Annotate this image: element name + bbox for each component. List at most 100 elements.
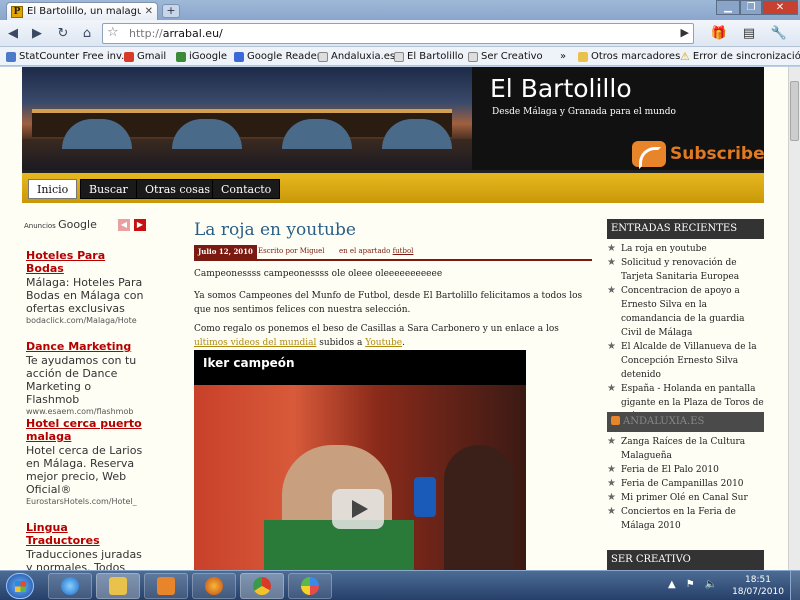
site-favicon-icon: P xyxy=(11,5,23,18)
nav-buscar[interactable]: Buscar xyxy=(80,179,137,199)
paint-icon xyxy=(301,577,319,595)
play-icon[interactable] xyxy=(332,489,384,529)
scrollbar-thumb[interactable] xyxy=(790,81,799,141)
reload-button[interactable]: ↻ xyxy=(54,25,72,43)
extension-gift-icon[interactable]: 🎁 xyxy=(710,25,728,43)
recent-posts-heading: ENTRADAS RECIENTES xyxy=(607,219,764,239)
list-item[interactable]: Concentracion de apoyo a Ernesto Silva e… xyxy=(607,284,765,340)
volume-icon[interactable]: 🔈 xyxy=(705,579,717,590)
folder-icon xyxy=(578,51,588,62)
post-paragraph: Campeonessss campeonessss ole oleee olee… xyxy=(194,269,443,279)
bookmark-star-icon[interactable]: ☆ xyxy=(107,25,119,40)
minimize-button[interactable]: ▁ xyxy=(716,0,740,15)
header-bridge-photo xyxy=(22,67,472,170)
taskbar-explorer[interactable] xyxy=(96,573,140,599)
maximize-button[interactable]: ❐ xyxy=(740,0,762,15)
other-bookmarks-folder[interactable]: Otros marcadores xyxy=(578,49,680,64)
page-scrollbar[interactable] xyxy=(788,67,800,570)
ad-prev-icon[interactable]: ◀ xyxy=(118,219,130,231)
nav-inicio[interactable]: Inicio xyxy=(28,179,78,199)
bookmark-andaluxia[interactable]: Andaluxia.es xyxy=(318,49,395,64)
media-player-icon xyxy=(157,577,175,595)
system-tray: ▲ ⚑ 🔈 xyxy=(668,579,717,590)
browser-tab[interactable]: P El Bartolillo, un malague... ✕ xyxy=(6,2,158,20)
list-item[interactable]: La roja en youtube xyxy=(607,242,765,256)
url-text: http://arrabal.eu/ xyxy=(129,27,223,40)
bookmarks-overflow-icon[interactable]: » xyxy=(560,49,566,64)
taskbar-ie[interactable] xyxy=(48,573,92,599)
main-nav: Inicio Buscar Otras cosas Contacto xyxy=(22,170,764,203)
list-item[interactable]: Feria de El Palo 2010 xyxy=(607,463,765,477)
show-desktop-button[interactable] xyxy=(790,571,800,600)
post-paragraph: Ya somos Campeones del Munfo de Futbol, … xyxy=(194,291,583,315)
subscribe-link[interactable]: Subscribe xyxy=(632,141,765,169)
sync-error-indicator[interactable]: ⚠ Error de sincronización xyxy=(680,49,800,64)
post-title[interactable]: La roja en youtube xyxy=(194,220,356,240)
mundial-videos-link[interactable]: ultimos videos del mundial xyxy=(194,338,316,348)
post-date: Julio 12, 2010 xyxy=(194,245,257,259)
show-hidden-icons-icon[interactable]: ▲ xyxy=(668,579,676,590)
video-title[interactable]: Iker campeón xyxy=(203,356,295,370)
taskbar-paint[interactable] xyxy=(288,573,332,599)
ad-next-icon[interactable]: ▶ xyxy=(134,219,146,231)
andaluxia-heading: ANDALUXIA.ES xyxy=(607,412,764,432)
post-author: Escrito por Miguel xyxy=(258,247,325,255)
site-header: El Bartolillo Desde Málaga y Granada par… xyxy=(22,67,765,170)
chrome-icon xyxy=(253,577,271,595)
site-description: Desde Málaga y Granada para el mundo xyxy=(492,107,676,117)
bookmark-igoogle[interactable]: iGoogle xyxy=(176,49,227,64)
page-menu-icon[interactable]: ▤ xyxy=(740,25,758,43)
youtube-link[interactable]: Youtube xyxy=(365,338,402,348)
close-window-button[interactable]: ✕ xyxy=(762,0,798,15)
list-item[interactable]: Feria de Campanillas 2010 xyxy=(607,477,765,491)
ad-item[interactable]: Dance Marketing Te ayudamos con tu acció… xyxy=(26,340,144,416)
list-item[interactable]: Solicitud y renovación de Tarjeta Sanita… xyxy=(607,256,765,284)
address-bar[interactable]: ☆ http://arrabal.eu/ ▶ xyxy=(102,23,694,44)
page-icon xyxy=(318,51,328,62)
bookmark-google-reader[interactable]: Google Reader xyxy=(234,49,321,64)
go-icon[interactable]: ▶ xyxy=(681,26,689,39)
ad-item[interactable]: Hotel cerca puerto malaga Hotel cerca de… xyxy=(26,417,144,506)
list-item[interactable]: Conciertos en la Feria de Málaga 2010 xyxy=(607,505,765,533)
ad-item[interactable]: Lingua Traductores Traducciones juradas … xyxy=(26,521,144,570)
web-page: El Bartolillo Desde Málaga y Granada par… xyxy=(0,67,788,570)
taskbar-firefox[interactable] xyxy=(192,573,236,599)
list-item[interactable]: Mi primer Olé en Canal Sur xyxy=(607,491,765,505)
ad-item[interactable]: Hoteles Para Bodas Málaga: Hoteles Para … xyxy=(26,249,144,325)
bookmark-statcounter[interactable]: StatCounter Free inv... xyxy=(6,49,131,64)
close-tab-icon[interactable]: ✕ xyxy=(145,6,153,17)
statcounter-icon xyxy=(6,51,16,62)
category-link[interactable]: futbol xyxy=(393,247,414,255)
site-title[interactable]: El Bartolillo xyxy=(490,74,632,103)
bookmark-gmail[interactable]: Gmail xyxy=(124,49,166,64)
back-button[interactable]: ◀ xyxy=(4,25,22,43)
nav-otras-cosas[interactable]: Otras cosas xyxy=(136,179,220,199)
post-category: en el apartado futbol xyxy=(339,247,414,255)
embedded-video[interactable]: Iker campeón xyxy=(194,350,526,570)
bookmark-el-bartolillo[interactable]: El Bartolillo xyxy=(394,49,464,64)
start-button[interactable] xyxy=(6,573,34,599)
firefox-icon xyxy=(205,577,223,595)
home-button[interactable]: ⌂ xyxy=(78,25,96,43)
taskbar-media-player[interactable] xyxy=(144,573,188,599)
taskbar-chrome[interactable] xyxy=(240,573,284,599)
browser-toolbar: ◀ ▶ ↻ ⌂ ☆ http://arrabal.eu/ ▶ 🎁 ▤ 🔧 xyxy=(0,20,800,47)
bookmark-ser-creativo[interactable]: Ser Creativo xyxy=(468,49,543,64)
new-tab-button[interactable]: + xyxy=(162,4,180,18)
system-clock[interactable]: 18:51 18/07/2010 xyxy=(730,574,786,598)
page-icon xyxy=(394,51,404,62)
wrench-menu-icon[interactable]: 🔧 xyxy=(770,25,788,43)
tab-strip: P El Bartolillo, un malague... ✕ + ▁ ❐ ✕ xyxy=(0,0,800,20)
list-item[interactable]: El Alcalde de Villanueva de la Concepció… xyxy=(607,340,765,382)
warning-icon: ⚠ xyxy=(680,50,690,63)
gmail-icon xyxy=(124,51,134,62)
windows-taskbar: ▲ ⚑ 🔈 18:51 18/07/2010 xyxy=(0,570,800,600)
internet-explorer-icon xyxy=(61,577,79,595)
ad-pager: ◀ ▶ xyxy=(118,219,146,231)
action-center-flag-icon[interactable]: ⚑ xyxy=(686,579,695,590)
folder-icon xyxy=(109,577,127,595)
rss-icon xyxy=(611,416,620,425)
list-item[interactable]: Zanga Raíces de la Cultura Malagueña xyxy=(607,435,765,463)
nav-contacto[interactable]: Contacto xyxy=(212,179,281,199)
forward-button[interactable]: ▶ xyxy=(28,25,46,43)
